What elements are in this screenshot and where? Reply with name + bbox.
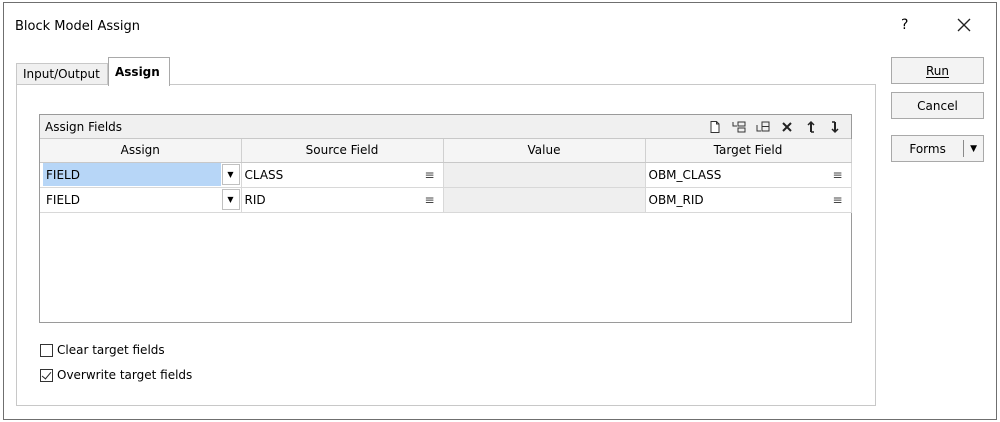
run-button-label: Run [925,63,949,78]
target-field-value: OBM_RID [648,192,704,207]
list-icon[interactable]: ≡ [832,168,842,182]
source-field-value: RID [244,192,266,207]
chevron-down-icon[interactable]: ▼ [964,144,983,154]
clear-target-fields-checkbox[interactable] [40,343,53,357]
list-icon[interactable]: ≡ [424,168,434,182]
assign-tab-panel: Assign Fields Assign Source Field Value … [16,84,876,406]
list-icon[interactable]: ≡ [424,193,434,207]
new-icon[interactable] [707,119,723,135]
tab-assign[interactable]: Assign [108,57,170,86]
assign-fields-title: Assign Fields [45,120,123,134]
tab-input-output[interactable]: Input/Output [16,63,108,85]
title-bar: Block Model Assign ? [4,3,996,49]
table-header-row: Assign Source Field Value Target Field [40,139,852,163]
cancel-button-label: Cancel [917,98,958,113]
source-field-cell[interactable]: CLASS ≡ [241,162,444,188]
assign-value[interactable]: FIELD [43,188,221,211]
target-field-cell[interactable]: OBM_CLASS ≡ [645,162,852,188]
assign-cell[interactable]: FIELD ▼ [40,162,242,188]
table-row: FIELD ▼ RID ≡ OBM_RID ≡ [40,187,852,213]
target-field-value: OBM_CLASS [648,167,722,182]
list-icon[interactable]: ≡ [832,193,842,207]
source-field-cell[interactable]: RID ≡ [241,187,444,213]
clear-target-fields-label[interactable]: Clear target fields [57,343,165,357]
overwrite-target-fields-label[interactable]: Overwrite target fields [57,368,192,382]
block-model-assign-dialog: Block Model Assign ? Input/Output Assign… [3,2,997,420]
assign-cell[interactable]: FIELD ▼ [40,187,242,213]
close-icon[interactable] [952,13,976,37]
cancel-button[interactable]: Cancel [891,92,984,119]
overwrite-target-fields-option[interactable]: Overwrite target fields [40,366,192,384]
chevron-down-icon[interactable]: ▼ [221,188,240,210]
column-header-assign[interactable]: Assign [40,139,242,163]
table-row: FIELD ▼ CLASS ≡ OBM_CLASS ≡ [40,162,852,188]
column-header-source-field[interactable]: Source Field [241,139,444,163]
value-cell[interactable] [443,187,646,213]
move-down-icon[interactable] [827,119,843,135]
assign-fields-table: Assign Source Field Value Target Field F… [40,139,852,213]
insert-after-icon[interactable] [755,119,771,135]
column-header-target-field[interactable]: Target Field [645,139,852,163]
grid-toolbar [707,119,843,135]
value-cell[interactable] [443,162,646,188]
assign-value[interactable]: FIELD [43,162,221,186]
target-field-cell[interactable]: OBM_RID ≡ [645,187,852,213]
delete-icon[interactable] [779,119,795,135]
dialog-title: Block Model Assign [15,19,140,34]
column-header-value[interactable]: Value [443,139,646,163]
forms-button-label: Forms [909,141,946,156]
insert-row-icon[interactable] [731,119,747,135]
move-up-icon[interactable] [803,119,819,135]
run-button[interactable]: Run [891,57,984,84]
source-field-value: CLASS [244,167,284,182]
overwrite-target-fields-checkbox[interactable] [40,368,53,382]
forms-button[interactable]: Forms ▼ [891,135,984,162]
clear-target-fields-option[interactable]: Clear target fields [40,341,165,359]
chevron-down-icon[interactable]: ▼ [221,163,240,185]
assign-fields-grid: Assign Fields Assign Source Field Value … [39,114,852,323]
help-button[interactable]: ? [901,17,908,33]
assign-fields-header: Assign Fields [40,115,851,139]
